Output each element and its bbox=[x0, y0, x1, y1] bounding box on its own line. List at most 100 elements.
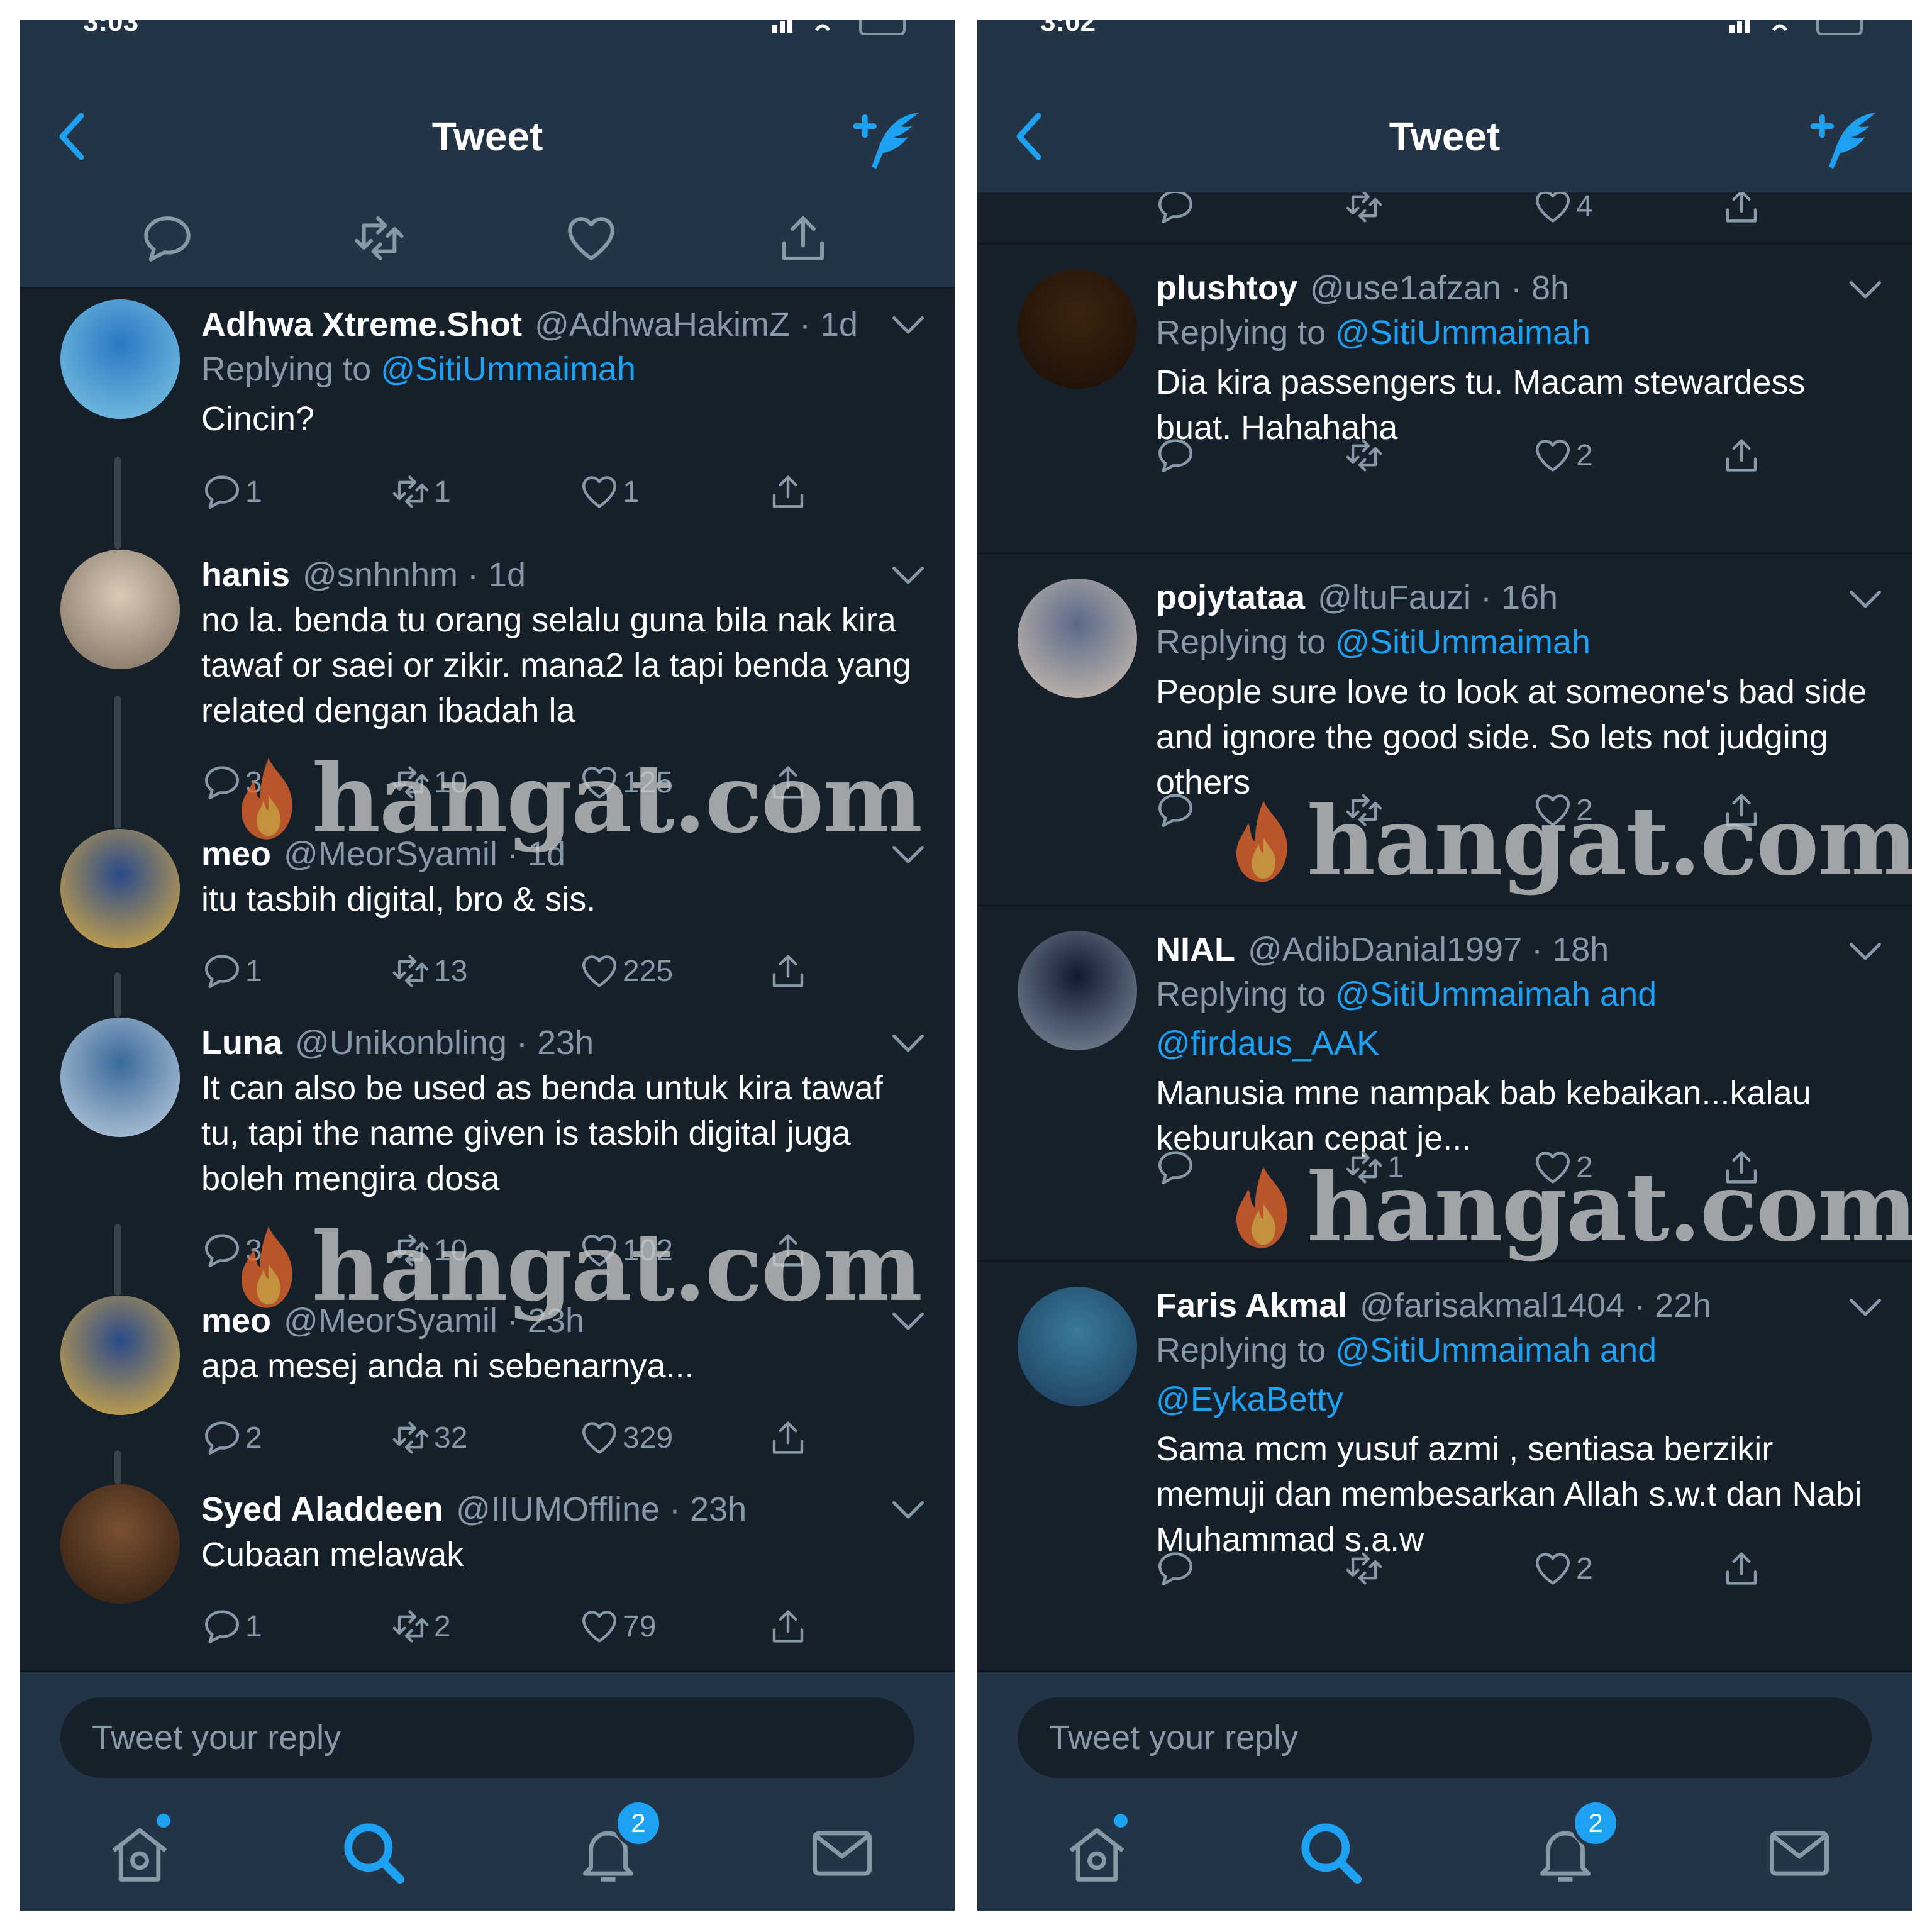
like-button[interactable]: 125 bbox=[579, 757, 673, 808]
share-button[interactable] bbox=[1721, 192, 1762, 231]
avatar[interactable] bbox=[60, 1018, 180, 1137]
tweet-header: hanis @snhnhm · 1d bbox=[201, 555, 912, 595]
reply-button[interactable]: 3 bbox=[201, 757, 262, 808]
like-button[interactable]: 102 bbox=[579, 1225, 673, 1275]
avatar[interactable] bbox=[60, 299, 180, 419]
main-tweet-actions bbox=[20, 192, 955, 289]
like-button[interactable]: 2 bbox=[1532, 1543, 1593, 1594]
like-button[interactable]: 4 bbox=[1532, 192, 1593, 231]
retweet-button[interactable]: 13 bbox=[390, 946, 467, 996]
like-button[interactable]: 1 bbox=[579, 467, 640, 517]
chevron-down-icon[interactable] bbox=[889, 1309, 927, 1335]
avatar[interactable] bbox=[60, 829, 180, 948]
search-tab[interactable] bbox=[340, 1819, 409, 1888]
replying-to: Replying to @SitiUmmaimah bbox=[201, 345, 912, 394]
share-button[interactable] bbox=[1721, 430, 1762, 480]
share-button[interactable] bbox=[767, 1601, 809, 1652]
compose-icon[interactable] bbox=[853, 108, 922, 171]
home-tab[interactable] bbox=[105, 1814, 174, 1888]
avatar[interactable] bbox=[60, 550, 180, 669]
like-button[interactable]: 225 bbox=[579, 946, 673, 996]
share-button[interactable] bbox=[767, 757, 809, 808]
chevron-down-icon[interactable] bbox=[889, 1031, 927, 1057]
retweet-button[interactable] bbox=[1343, 785, 1385, 835]
search-tab[interactable] bbox=[1297, 1819, 1366, 1888]
retweet-button[interactable] bbox=[1343, 192, 1385, 231]
retweet-button[interactable]: 2 bbox=[390, 1601, 451, 1652]
mention-link[interactable]: @SitiUmmaimah bbox=[1335, 314, 1591, 352]
mention-link[interactable]: @firdaus_AAK bbox=[1156, 1024, 1379, 1062]
notifications-badge: 2 bbox=[614, 1799, 663, 1848]
avatar[interactable] bbox=[1018, 1287, 1137, 1406]
chevron-down-icon[interactable] bbox=[889, 843, 927, 868]
display-name: Faris Akmal bbox=[1156, 1287, 1348, 1324]
reply-button[interactable]: 1 bbox=[201, 467, 262, 517]
share-button[interactable] bbox=[767, 1225, 809, 1275]
share-icon[interactable] bbox=[775, 210, 831, 267]
reply-button[interactable] bbox=[1155, 785, 1196, 835]
mention-link[interactable]: @SitiUmmaimah bbox=[380, 350, 636, 388]
retweet-button[interactable]: 1 bbox=[1343, 1142, 1404, 1192]
share-icon bbox=[1721, 1548, 1762, 1589]
handle: @IIUMOffline bbox=[456, 1491, 660, 1528]
mention-link[interactable]: @SitiUmmaimah and bbox=[1335, 975, 1657, 1013]
chevron-down-icon[interactable] bbox=[889, 1498, 927, 1523]
reply-button[interactable]: 1 bbox=[201, 1601, 262, 1652]
messages-tab[interactable] bbox=[1765, 1819, 1834, 1888]
retweet-button[interactable] bbox=[1343, 1543, 1385, 1594]
reply-button[interactable] bbox=[1155, 1142, 1196, 1192]
mention-link[interactable]: @SitiUmmaimah bbox=[1335, 623, 1591, 661]
chevron-down-icon[interactable] bbox=[1846, 940, 1884, 965]
like-button[interactable]: 2 bbox=[1532, 430, 1593, 480]
reply-button[interactable]: 3 bbox=[201, 1225, 262, 1275]
home-icon bbox=[1069, 1828, 1124, 1882]
retweet-button[interactable]: 10 bbox=[390, 1225, 467, 1275]
timestamp: 23h bbox=[527, 1302, 585, 1340]
like-button[interactable]: 2 bbox=[1532, 785, 1593, 835]
retweet-icon[interactable] bbox=[351, 210, 408, 267]
reply-icon bbox=[1155, 192, 1196, 227]
display-name: Adhwa Xtreme.Shot bbox=[201, 306, 523, 343]
share-button[interactable] bbox=[767, 1413, 809, 1463]
share-button[interactable] bbox=[1721, 785, 1762, 835]
retweet-button[interactable]: 1 bbox=[390, 467, 451, 517]
like-button[interactable]: 79 bbox=[579, 1601, 656, 1652]
tweet-actions: 3 10 125 bbox=[201, 757, 830, 808]
chevron-down-icon[interactable] bbox=[1846, 1296, 1884, 1321]
chevron-down-icon[interactable] bbox=[889, 313, 927, 338]
chevron-down-icon[interactable] bbox=[889, 564, 927, 589]
messages-tab[interactable] bbox=[808, 1819, 877, 1888]
compose-icon[interactable] bbox=[1810, 108, 1879, 171]
like-button[interactable]: 2 bbox=[1532, 1142, 1593, 1192]
like-button[interactable]: 329 bbox=[579, 1413, 673, 1463]
mention-link[interactable]: @SitiUmmaimah and bbox=[1335, 1331, 1657, 1369]
reply-button[interactable] bbox=[1155, 192, 1196, 231]
reply-button[interactable]: 1 bbox=[201, 946, 262, 996]
share-button[interactable] bbox=[1721, 1142, 1762, 1192]
share-button[interactable] bbox=[767, 467, 809, 517]
chevron-down-icon[interactable] bbox=[1846, 587, 1884, 613]
avatar[interactable] bbox=[60, 1296, 180, 1415]
avatar[interactable] bbox=[1018, 931, 1137, 1050]
reply-input[interactable]: Tweet your reply bbox=[1018, 1697, 1872, 1778]
home-tab[interactable] bbox=[1062, 1814, 1131, 1888]
reply-button[interactable]: 2 bbox=[201, 1413, 262, 1463]
retweet-button[interactable]: 10 bbox=[390, 757, 467, 808]
reply-button[interactable] bbox=[1155, 430, 1196, 480]
avatar[interactable] bbox=[1018, 269, 1137, 389]
retweet-button[interactable] bbox=[1343, 430, 1385, 480]
avatar[interactable] bbox=[1018, 579, 1137, 698]
share-button[interactable] bbox=[1721, 1543, 1762, 1594]
avatar[interactable] bbox=[60, 1484, 180, 1604]
mention-link[interactable]: @EykaBetty bbox=[1156, 1380, 1343, 1418]
reply-button[interactable] bbox=[1155, 1543, 1196, 1594]
timestamp: 1d bbox=[527, 835, 565, 873]
notifications-tab[interactable]: 2 bbox=[574, 1799, 663, 1888]
reply-icon[interactable] bbox=[139, 210, 196, 267]
chevron-down-icon[interactable] bbox=[1846, 278, 1884, 303]
reply-input[interactable]: Tweet your reply bbox=[60, 1697, 914, 1778]
like-icon[interactable] bbox=[563, 210, 619, 267]
notifications-tab[interactable]: 2 bbox=[1531, 1799, 1620, 1888]
share-button[interactable] bbox=[767, 946, 809, 996]
retweet-button[interactable]: 32 bbox=[390, 1413, 467, 1463]
